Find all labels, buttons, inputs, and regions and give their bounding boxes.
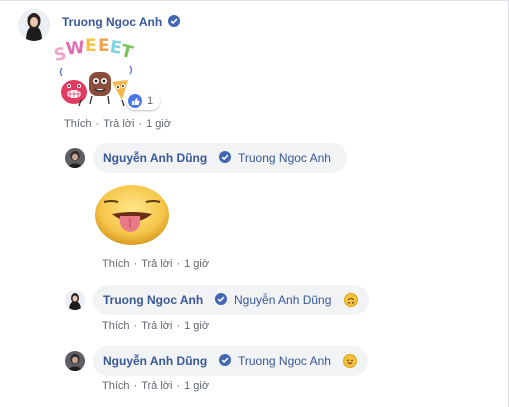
separator-dot: · [95,118,100,130]
reply-link[interactable]: Trả lời [141,380,172,392]
frame-border-top [0,0,509,1]
like-icon [128,94,142,108]
separator-dot: · [176,320,181,332]
comment-author-name[interactable]: Truong Ngoc Anh [62,15,162,29]
mention-link[interactable]: Truong Ngoc Anh [238,151,331,165]
timestamp[interactable]: 1 giờ [184,320,209,332]
verified-badge-icon [168,15,180,27]
reaction-count: 1 [147,95,154,107]
tongue-out-sticker [94,182,170,246]
verified-badge-icon [219,354,231,366]
reply-actions: Thích · Trả lời · 1 giờ [102,320,209,332]
svg-text:W: W [65,38,86,60]
like-link[interactable]: Thích [102,258,130,270]
svg-text:E: E [85,36,97,56]
reaction-summary[interactable]: 1 [126,92,160,110]
verified-badge-icon [219,151,231,163]
like-link[interactable]: Thích [102,380,130,392]
avatar[interactable] [18,9,50,41]
reply-link[interactable]: Trả lời [141,320,172,332]
reply-author-name[interactable]: Truong Ngoc Anh [103,293,203,307]
separator-dot: · [176,258,181,270]
like-link[interactable]: Thích [102,320,130,332]
mention-link[interactable]: Nguyễn Anh Dũng [234,293,331,307]
upside-down-face-emoji-icon [344,293,358,307]
like-link[interactable]: Thích [64,118,92,130]
separator-dot: · [133,380,138,392]
sweeet-sticker: S W E E E T [52,34,136,108]
reply-actions: Thích · Trả lời · 1 giờ [102,258,209,270]
separator-dot: · [138,118,143,130]
timestamp[interactable]: 1 giờ [146,118,171,130]
timestamp[interactable]: 1 giờ [184,258,209,270]
comment-actions: Thích · Trả lời · 1 giờ [64,118,171,130]
avatar[interactable] [65,351,85,371]
separator-dot: · [133,320,138,332]
timestamp[interactable]: 1 giờ [184,380,209,392]
separator-dot: · [176,380,181,392]
avatar[interactable] [65,290,85,310]
reply-bubble: Truong Ngoc Anh Nguyễn Anh Dũng [93,285,369,315]
avatar[interactable] [65,148,85,168]
reply-bubble: Nguyễn Anh Dũng Truong Ngoc Anh [93,346,368,376]
reply-actions: Thích · Trả lời · 1 giờ [102,380,209,392]
verified-badge-icon [215,293,227,305]
svg-text:E: E [98,36,110,56]
reply-link[interactable]: Trả lời [103,118,134,130]
reply-author-name[interactable]: Nguyễn Anh Dũng [103,354,207,368]
tongue-wink-emoji-icon [343,354,357,368]
reply-link[interactable]: Trả lời [141,258,172,270]
reply-bubble: Nguyễn Anh Dũng Truong Ngoc Anh [93,143,347,173]
reply-author-name[interactable]: Nguyễn Anh Dũng [103,151,207,165]
separator-dot: · [133,258,138,270]
mention-link[interactable]: Truong Ngoc Anh [238,354,331,368]
